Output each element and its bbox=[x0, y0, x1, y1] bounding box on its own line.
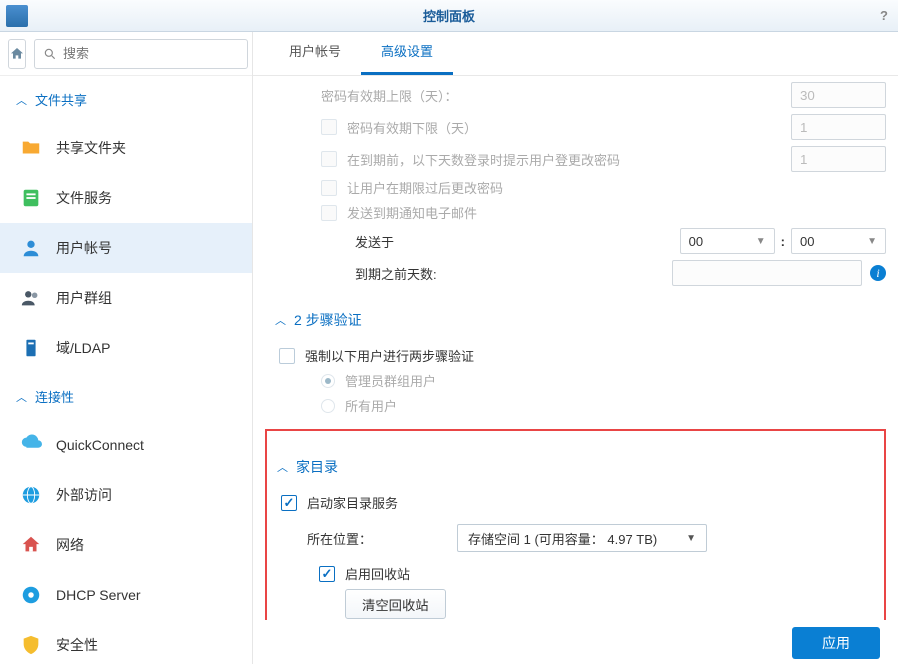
password-max-age-label: 密码有效期上限（天）： bbox=[321, 86, 458, 105]
shield-icon bbox=[20, 634, 42, 656]
sidebar-item-external-access[interactable]: 外部访问 bbox=[0, 470, 252, 520]
send-email-label: 发送到期通知电子邮件 bbox=[347, 203, 477, 222]
sidebar-item-dhcp[interactable]: DHCP Server bbox=[0, 570, 252, 620]
home-location-label: 所在位置： bbox=[307, 529, 457, 548]
search-box[interactable] bbox=[34, 39, 248, 69]
sidebar-group-file-sharing[interactable]: ︿ 文件共享 bbox=[0, 76, 252, 123]
password-max-age-input[interactable] bbox=[791, 82, 886, 108]
chevron-up-icon: ︿ bbox=[16, 92, 27, 108]
chevron-down-icon: ▼ bbox=[867, 236, 877, 247]
ldap-icon bbox=[20, 337, 42, 359]
password-min-age-input[interactable] bbox=[791, 114, 886, 140]
globe-icon bbox=[20, 484, 42, 506]
password-prompt-checkbox[interactable] bbox=[321, 151, 337, 167]
chevron-down-icon: ▼ bbox=[686, 533, 696, 544]
sidebar-item-quickconnect[interactable]: QuickConnect bbox=[0, 420, 252, 470]
chevron-up-icon: ︿ bbox=[275, 312, 286, 328]
password-min-age-checkbox[interactable] bbox=[321, 119, 337, 135]
allow-change-after-label: 让用户在期限过后更改密码 bbox=[347, 178, 503, 197]
section-two-step[interactable]: ︿ 2 步骤验证 bbox=[265, 292, 886, 340]
enable-recycle-checkbox[interactable] bbox=[319, 566, 335, 582]
2fa-admin-radio[interactable] bbox=[321, 374, 335, 388]
sidebar: ︿ 文件共享 共享文件夹 文件服务 用户帐号 用户群组 域/LDAP bbox=[0, 32, 253, 664]
footer: 应用 bbox=[253, 620, 898, 664]
send-at-label: 发送于 bbox=[355, 232, 394, 251]
sidebar-item-group[interactable]: 用户群组 bbox=[0, 273, 252, 323]
enforce-2fa-checkbox[interactable] bbox=[279, 348, 295, 364]
title-bar: 控制面板 ? bbox=[0, 0, 898, 32]
home-button[interactable] bbox=[8, 39, 26, 69]
chevron-up-icon: ︿ bbox=[16, 389, 27, 405]
chevron-up-icon: ︿ bbox=[277, 459, 288, 475]
chevron-down-icon: ▼ bbox=[756, 236, 766, 247]
user-icon bbox=[20, 237, 42, 259]
folder-share-icon bbox=[20, 137, 42, 159]
info-icon[interactable]: i bbox=[870, 265, 886, 281]
sidebar-group-connectivity[interactable]: ︿ 连接性 bbox=[0, 373, 252, 420]
2fa-admin-label: 管理员群组用户 bbox=[345, 371, 436, 390]
days-before-input[interactable] bbox=[672, 260, 862, 286]
sidebar-item-file-services[interactable]: 文件服务 bbox=[0, 173, 252, 223]
search-icon bbox=[43, 47, 57, 61]
sidebar-item-security[interactable]: 安全性 bbox=[0, 620, 252, 664]
sidebar-item-ldap[interactable]: 域/LDAP bbox=[0, 323, 252, 373]
empty-recycle-button[interactable]: 清空回收站 bbox=[345, 589, 446, 619]
password-min-age-label: 密码有效期下限（天） bbox=[347, 118, 477, 137]
dhcp-icon bbox=[20, 584, 42, 606]
sidebar-item-shared-folder[interactable]: 共享文件夹 bbox=[0, 123, 252, 173]
send-minute-select[interactable]: 00▼ bbox=[791, 228, 886, 254]
password-prompt-label: 在到期前，以下天数登录时提示用户登更改密码 bbox=[347, 150, 620, 169]
sidebar-item-network[interactable]: 网络 bbox=[0, 520, 252, 570]
home-location-select[interactable]: 存储空间 1 (可用容量： 4.97 TB) ▼ bbox=[457, 524, 707, 552]
tab-advanced[interactable]: 高级设置 bbox=[361, 29, 453, 75]
enable-recycle-label: 启用回收站 bbox=[345, 564, 410, 583]
quickconnect-icon bbox=[20, 434, 42, 456]
users-icon bbox=[20, 287, 42, 309]
send-email-checkbox[interactable] bbox=[321, 205, 337, 221]
window-title: 控制面板 bbox=[423, 6, 475, 25]
password-prompt-input[interactable] bbox=[791, 146, 886, 172]
days-before-label: 到期之前天数: bbox=[355, 264, 437, 283]
help-icon[interactable]: ? bbox=[880, 8, 888, 23]
enable-home-label: 启动家目录服务 bbox=[307, 493, 398, 512]
tab-user-account[interactable]: 用户帐号 bbox=[269, 29, 361, 75]
file-service-icon bbox=[20, 187, 42, 209]
sidebar-item-user[interactable]: 用户帐号 bbox=[0, 223, 252, 273]
network-icon bbox=[20, 534, 42, 556]
home-icon bbox=[9, 46, 25, 62]
enforce-2fa-label: 强制以下用户进行两步骤验证 bbox=[305, 346, 474, 365]
apply-button[interactable]: 应用 bbox=[792, 627, 880, 659]
home-directory-highlight: ︿ 家目录 启动家目录服务 所在位置： 存储空间 1 (可用容量： 4.97 T… bbox=[265, 429, 886, 645]
enable-home-checkbox[interactable] bbox=[281, 495, 297, 511]
search-input[interactable] bbox=[63, 46, 239, 61]
section-home-dir[interactable]: ︿ 家目录 bbox=[267, 439, 884, 487]
allow-change-after-checkbox[interactable] bbox=[321, 180, 337, 196]
tabs: 用户帐号 高级设置 bbox=[253, 32, 898, 76]
send-hour-select[interactable]: 00▼ bbox=[680, 228, 775, 254]
2fa-all-label: 所有用户 bbox=[345, 396, 397, 415]
app-icon bbox=[6, 5, 28, 27]
2fa-all-radio[interactable] bbox=[321, 399, 335, 413]
